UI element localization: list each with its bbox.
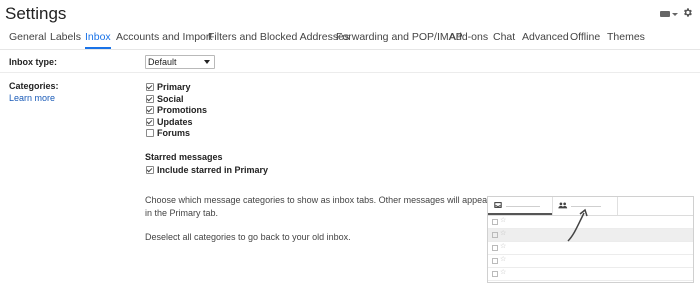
dropdown-caret-icon: [204, 60, 210, 64]
mini-checkbox-icon: [492, 245, 498, 251]
curved-arrow-icon: [567, 208, 588, 242]
categories-description-line2: in the Primary tab.: [145, 208, 219, 218]
star-icon: ☆: [500, 269, 507, 276]
checkbox-forums[interactable]: [146, 129, 154, 137]
page-title: Settings: [5, 4, 67, 23]
categories-label: Categories:: [9, 81, 59, 91]
preview-email-row: ☆: [488, 255, 693, 268]
star-icon: ☆: [500, 256, 507, 263]
tab-filters-and-blocked-addresses[interactable]: Filters and Blocked Addresses: [208, 31, 349, 49]
row-divider: [0, 72, 700, 73]
tab-labels[interactable]: Labels: [50, 31, 81, 49]
learn-more-link[interactable]: Learn more: [9, 93, 55, 103]
inbox-tabs-preview-illustration: ☆ ☆ ☆ ☆ ☆: [487, 196, 694, 283]
mini-checkbox-icon: [492, 271, 498, 277]
tab-chat[interactable]: Chat: [493, 31, 515, 49]
star-icon: ☆: [500, 243, 507, 250]
tab-offline[interactable]: Offline: [570, 31, 600, 49]
chevron-down-icon[interactable]: [672, 13, 678, 16]
category-label-forums: Forums: [157, 128, 191, 138]
categories-description-line1: Choose which message categories to show …: [145, 195, 491, 205]
inbox-type-selected-value: Default: [148, 57, 177, 67]
placeholder-line: [506, 206, 540, 207]
preview-primary-tab: [488, 197, 552, 215]
settings-tab-bar: General Labels Inbox Accounts and Import…: [0, 31, 700, 50]
tab-inbox[interactable]: Inbox: [85, 31, 111, 49]
category-label-promotions: Promotions: [157, 105, 208, 115]
star-icon: ☆: [500, 230, 507, 237]
inbox-type-select[interactable]: Default: [145, 55, 215, 69]
keyboard-icon[interactable]: [660, 11, 670, 17]
category-label-social: Social: [157, 94, 184, 104]
include-starred-label: Include starred in Primary: [157, 165, 269, 175]
tab-accounts-and-import[interactable]: Accounts and Import: [116, 31, 212, 49]
tab-forwarding-and-pop-imap[interactable]: Forwarding and POP/IMAP: [336, 31, 463, 49]
inbox-type-label: Inbox type:: [9, 57, 58, 67]
deselect-all-hint: Deselect all categories to go back to yo…: [145, 232, 351, 242]
inbox-icon: [494, 202, 502, 208]
tab-themes[interactable]: Themes: [607, 31, 645, 49]
mini-checkbox-icon: [492, 258, 498, 264]
checkbox-updates[interactable]: [146, 118, 154, 126]
mini-checkbox-icon: [492, 219, 498, 225]
checkbox-include-starred[interactable]: [146, 166, 154, 174]
gear-icon[interactable]: [682, 7, 693, 18]
tab-add-ons[interactable]: Add-ons: [449, 31, 488, 49]
category-label-primary: Primary: [157, 82, 191, 92]
starred-messages-heading: Starred messages: [145, 152, 223, 162]
star-icon: ☆: [500, 217, 507, 224]
checkbox-primary[interactable]: [146, 83, 154, 91]
checkbox-promotions[interactable]: [146, 106, 154, 114]
checkbox-social[interactable]: [146, 95, 154, 103]
preview-email-row: ☆: [488, 268, 693, 281]
mini-checkbox-icon: [492, 232, 498, 238]
tab-advanced[interactable]: Advanced: [522, 31, 569, 49]
tab-general[interactable]: General: [9, 31, 46, 49]
category-label-updates: Updates: [157, 117, 193, 127]
